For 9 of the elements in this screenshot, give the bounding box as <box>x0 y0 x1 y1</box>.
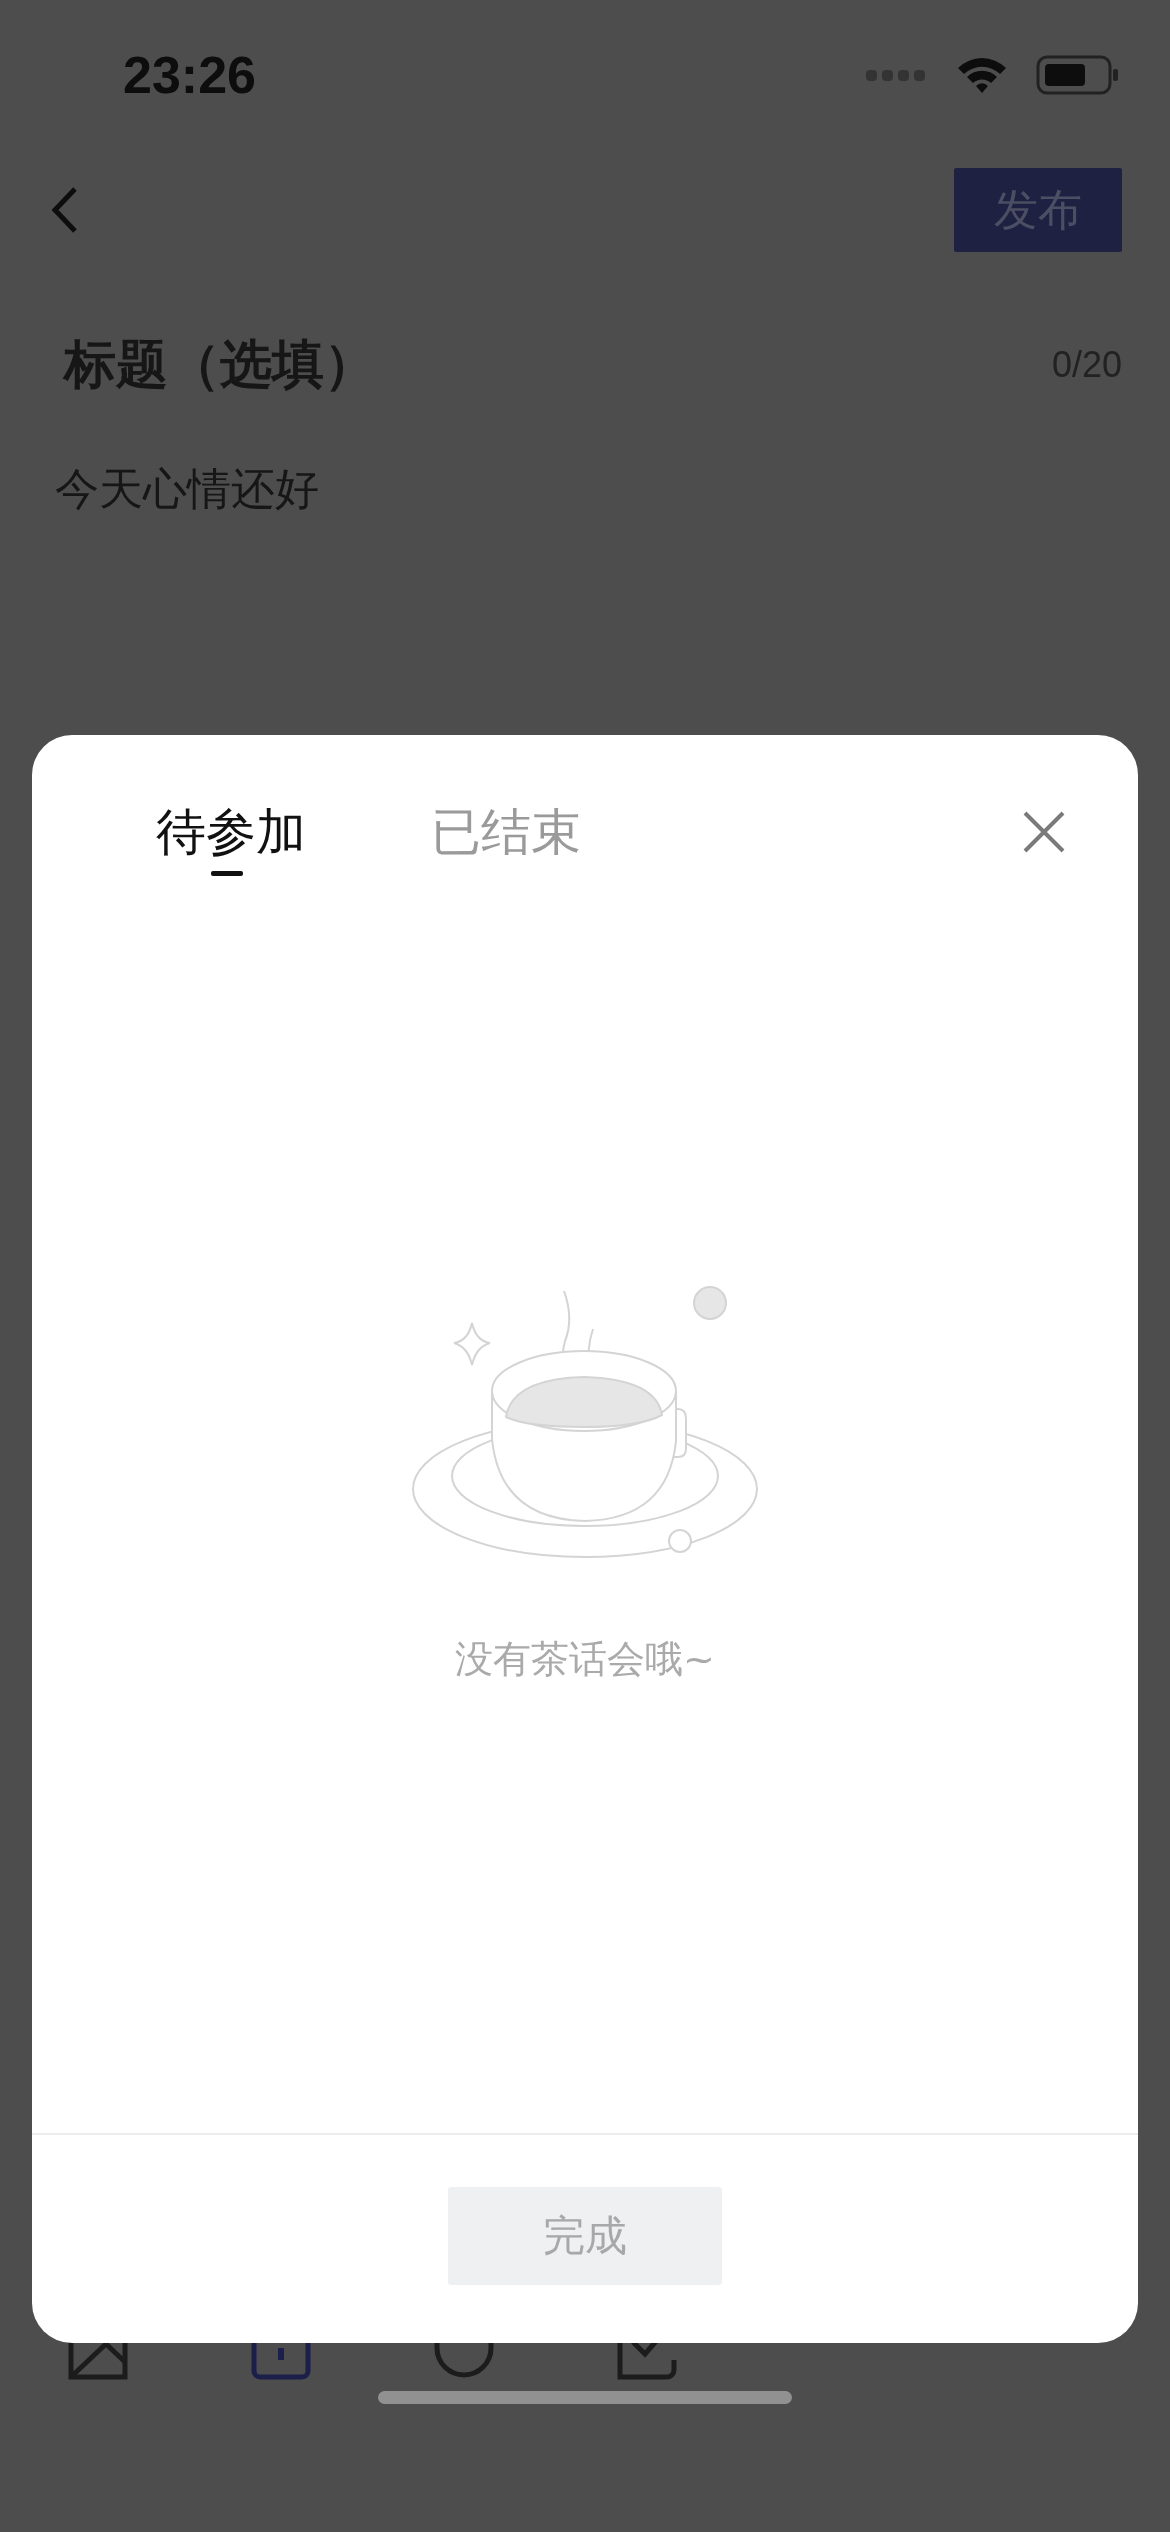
status-time: 23:26 <box>123 45 256 105</box>
tab[interactable]: 已结束 <box>431 778 581 886</box>
wifi-icon <box>956 55 1008 95</box>
battery-icon <box>1036 55 1120 95</box>
close-icon[interactable] <box>1022 810 1066 854</box>
tab[interactable]: 待参加 <box>156 778 306 886</box>
done-button[interactable]: 完成 <box>448 2187 722 2285</box>
empty-message: 没有茶话会哦~ <box>455 1636 715 1683</box>
signal-icon <box>866 68 928 82</box>
